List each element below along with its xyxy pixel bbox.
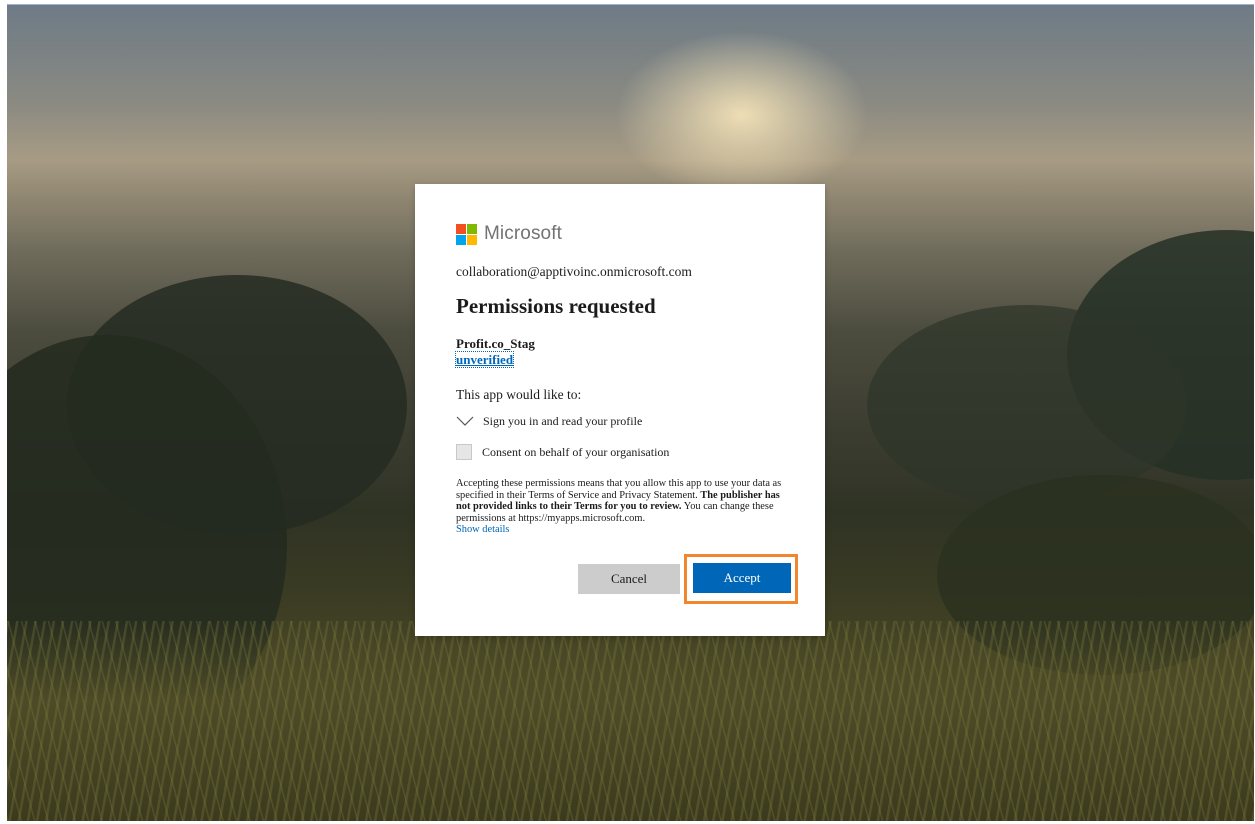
microsoft-logo-icon — [456, 223, 477, 245]
page-title: Permissions requested — [456, 294, 656, 318]
account-email: collaboration@apptivoinc.onmicrosoft.com — [456, 264, 692, 279]
disclaimer-text: Accepting these permissions means that y… — [456, 478, 786, 524]
permissions-dialog: Microsoft collaboration@apptivoinc.onmic… — [415, 184, 825, 636]
permission-label: Sign you in and read your profile — [483, 413, 643, 428]
intro-text: This app would like to: — [456, 387, 582, 402]
accept-button[interactable]: Accept — [693, 563, 791, 593]
permission-row-profile[interactable]: Sign you in and read your profile — [456, 411, 825, 431]
grass-foreground — [7, 621, 1254, 821]
logo-square-yellow — [467, 234, 477, 245]
chevron-down-icon[interactable] — [456, 416, 474, 426]
unverified-link[interactable]: unverified — [454, 351, 515, 368]
brand-name: Microsoft — [484, 223, 562, 244]
button-bar: Cancel Accept — [578, 554, 798, 604]
accept-highlight: Accept — [684, 554, 798, 604]
logo-square-blue — [456, 234, 466, 245]
app-name: Profit.co_Stag — [456, 336, 535, 351]
show-details-link[interactable]: Show details — [456, 524, 825, 536]
background-hill — [867, 305, 1187, 505]
logo-square-green — [467, 223, 477, 234]
cancel-button[interactable]: Cancel — [578, 564, 680, 594]
consent-checkbox[interactable] — [456, 444, 472, 460]
logo-square-red — [456, 223, 466, 234]
permission-label: Consent on behalf of your organisation — [482, 444, 670, 459]
brand: Microsoft — [456, 222, 825, 246]
permission-row-consent[interactable]: Consent on behalf of your organisation — [456, 442, 825, 462]
